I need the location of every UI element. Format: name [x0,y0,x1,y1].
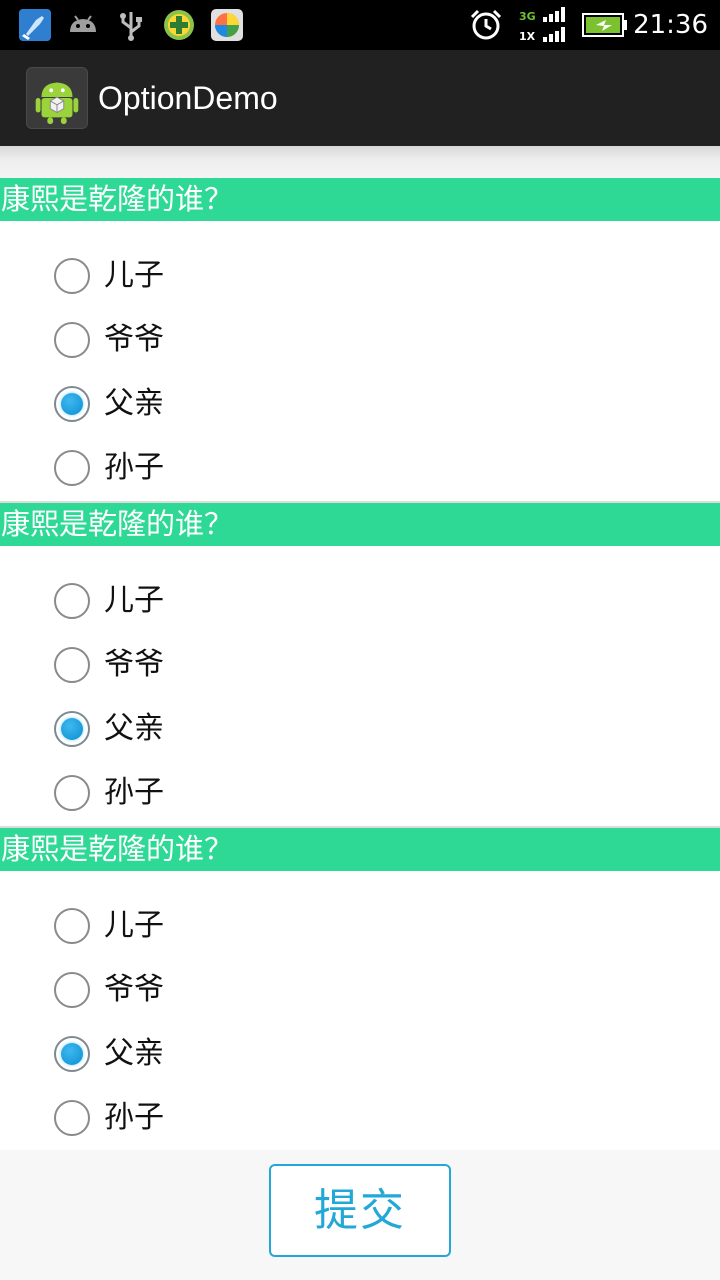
top-shadow-band [0,146,720,178]
usb-icon [120,12,142,41]
radio-option[interactable]: 爷爷 [0,310,720,370]
alarm-icon [470,9,502,40]
cleaner-icon [19,9,51,41]
app-title: OptionDemo [98,80,278,116]
radio-button[interactable] [54,583,90,619]
option-label: 爷爷 [104,972,164,1007]
android-debug-icon [70,15,96,32]
radio-button[interactable] [54,258,90,294]
question-block-3: 康熙是乾隆的谁？ 儿子 爷爷 父亲 孙子 [0,828,720,1136]
option-label: 父亲 [104,1036,164,1071]
radio-option[interactable]: 儿子 [0,571,720,631]
radio-option[interactable]: 父亲 [0,1024,720,1084]
signal-3g-icon: 3G 1X [519,7,565,43]
submit-button[interactable]: 提交 [269,1164,451,1257]
game-plus-icon [164,10,194,40]
option-label: 爷爷 [104,647,164,682]
question-title: 康熙是乾隆的谁？ [0,503,720,546]
question-block-2: 康熙是乾隆的谁？ 儿子 爷爷 父亲 孙子 [0,503,720,811]
option-label: 儿子 [104,583,164,618]
option-label: 孙子 [104,1100,164,1135]
radio-option[interactable]: 爷爷 [0,960,720,1020]
radio-option[interactable]: 儿子 [0,896,720,956]
network-3g-label: 3G [519,10,536,23]
radio-button[interactable] [54,908,90,944]
app-market-icon [211,9,243,41]
option-label: 孙子 [104,775,164,810]
radio-button-checked[interactable] [54,1036,90,1072]
radio-option[interactable]: 孙子 [0,1088,720,1148]
question-title: 康熙是乾隆的谁？ [0,828,720,871]
option-label: 孙子 [104,450,164,485]
option-label: 爷爷 [104,322,164,357]
radio-button-checked[interactable] [54,386,90,422]
radio-button[interactable] [54,972,90,1008]
option-label: 父亲 [104,711,164,746]
radio-option[interactable]: 孙子 [0,763,720,823]
radio-button[interactable] [54,775,90,811]
radio-option[interactable]: 爷爷 [0,635,720,695]
question-title: 康熙是乾隆的谁？ [0,178,720,221]
option-label: 儿子 [104,908,164,943]
radio-option[interactable]: 孙子 [0,438,720,498]
radio-option[interactable]: 父亲 [0,374,720,434]
action-bar: OptionDemo [0,50,720,146]
radio-button-checked[interactable] [54,711,90,747]
status-time: 21:36 [633,10,708,40]
radio-button[interactable] [54,1100,90,1136]
status-bar: 3G 1X 21:36 [0,0,720,50]
radio-button[interactable] [54,322,90,358]
radio-button[interactable] [54,450,90,486]
battery-charging-icon [582,13,627,37]
radio-button[interactable] [54,647,90,683]
radio-option[interactable]: 儿子 [0,246,720,306]
radio-option[interactable]: 父亲 [0,699,720,759]
network-1x-label: 1X [519,30,536,43]
option-label: 父亲 [104,386,164,421]
android-app-icon[interactable] [26,67,88,129]
question-block-1: 康熙是乾隆的谁？ 儿子 爷爷 父亲 孙子 [0,178,720,486]
option-label: 儿子 [104,258,164,293]
